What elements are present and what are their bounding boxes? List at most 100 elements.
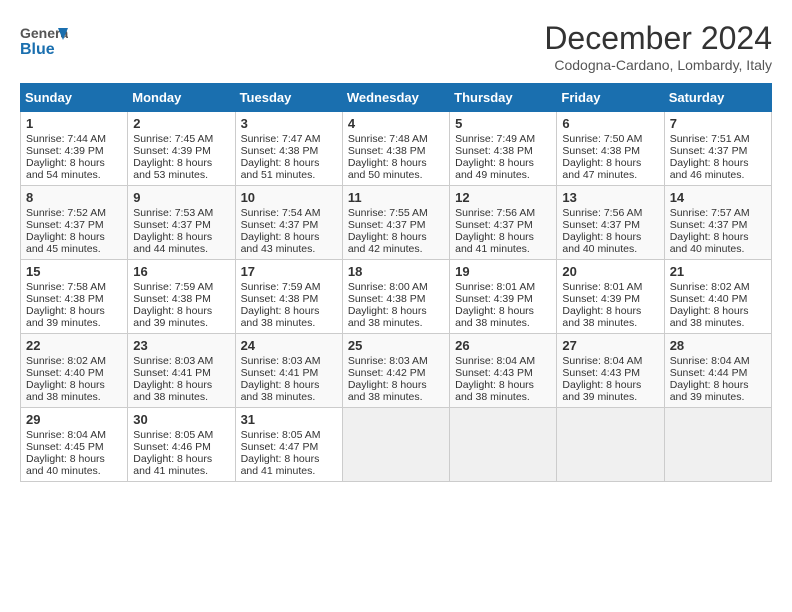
day-info-line: and 39 minutes. [26,317,122,329]
day-number: 13 [562,190,658,205]
day-number: 18 [348,264,444,279]
day-number: 22 [26,338,122,353]
day-info-line: Sunrise: 7:53 AM [133,207,229,219]
calendar-week-1: 1Sunrise: 7:44 AMSunset: 4:39 PMDaylight… [21,112,772,186]
calendar-cell: 18Sunrise: 8:00 AMSunset: 4:38 PMDayligh… [342,260,449,334]
calendar-cell: 31Sunrise: 8:05 AMSunset: 4:47 PMDayligh… [235,408,342,482]
calendar-cell: 15Sunrise: 7:58 AMSunset: 4:38 PMDayligh… [21,260,128,334]
calendar-cell: 10Sunrise: 7:54 AMSunset: 4:37 PMDayligh… [235,186,342,260]
day-info-line: Sunset: 4:44 PM [670,367,766,379]
day-info-line: Daylight: 8 hours [26,231,122,243]
day-number: 7 [670,116,766,131]
logo-icon: General Blue [20,20,68,60]
day-info-line: Sunset: 4:37 PM [348,219,444,231]
day-number: 23 [133,338,229,353]
day-info-line: Sunset: 4:37 PM [133,219,229,231]
day-number: 8 [26,190,122,205]
weekday-header-monday: Monday [128,84,235,112]
day-number: 24 [241,338,337,353]
day-info-line: Sunrise: 7:45 AM [133,133,229,145]
day-info-line: Daylight: 8 hours [241,379,337,391]
day-info-line: and 40 minutes. [562,243,658,255]
day-info-line: Sunrise: 8:04 AM [455,355,551,367]
day-info-line: Daylight: 8 hours [241,453,337,465]
day-info-line: Sunrise: 8:03 AM [241,355,337,367]
calendar-cell: 17Sunrise: 7:59 AMSunset: 4:38 PMDayligh… [235,260,342,334]
calendar-cell [342,408,449,482]
weekday-header-wednesday: Wednesday [342,84,449,112]
day-info-line: Sunset: 4:38 PM [348,293,444,305]
day-info-line: Daylight: 8 hours [562,305,658,317]
day-info-line: Sunrise: 7:47 AM [241,133,337,145]
day-info-line: Sunrise: 8:04 AM [26,429,122,441]
calendar-cell: 28Sunrise: 8:04 AMSunset: 4:44 PMDayligh… [664,334,771,408]
day-info-line: Sunrise: 8:01 AM [562,281,658,293]
day-info-line: and 41 minutes. [241,465,337,477]
calendar-cell: 21Sunrise: 8:02 AMSunset: 4:40 PMDayligh… [664,260,771,334]
day-info-line: Daylight: 8 hours [670,157,766,169]
day-info-line: Sunrise: 8:05 AM [133,429,229,441]
day-number: 6 [562,116,658,131]
day-info-line: Sunrise: 8:04 AM [670,355,766,367]
day-info-line: and 39 minutes. [670,391,766,403]
day-info-line: Sunrise: 7:54 AM [241,207,337,219]
calendar-cell: 1Sunrise: 7:44 AMSunset: 4:39 PMDaylight… [21,112,128,186]
day-info-line: Daylight: 8 hours [241,305,337,317]
calendar-cell: 30 Sunrise: 8:05 AMSunset: 4:46 PMDayligh… [128,408,235,482]
main-title: December 2024 [544,20,772,57]
calendar-cell: 9Sunrise: 7:53 AMSunset: 4:37 PMDaylight… [128,186,235,260]
day-number: 2 [133,116,229,131]
day-info-line: and 41 minutes. [455,243,551,255]
day-number: 16 [133,264,229,279]
day-info-line: Sunset: 4:39 PM [455,293,551,305]
day-info-line: Sunrise: 8:02 AM [26,355,122,367]
calendar-cell: 2Sunrise: 7:45 AMSunset: 4:39 PMDaylight… [128,112,235,186]
calendar-cell: 14Sunrise: 7:57 AMSunset: 4:37 PMDayligh… [664,186,771,260]
day-info-line: Sunset: 4:43 PM [562,367,658,379]
day-info-line: Sunrise: 7:50 AM [562,133,658,145]
day-info-line: and 41 minutes. [133,465,229,477]
calendar-cell [664,408,771,482]
day-info-line: Sunset: 4:46 PM [133,441,229,453]
day-info-line: Sunset: 4:45 PM [26,441,122,453]
day-info-line: and 38 minutes. [241,317,337,329]
day-info-line: Sunset: 4:40 PM [26,367,122,379]
day-number: 31 [241,412,337,427]
day-number: 29 [26,412,122,427]
day-info-line: Sunrise: 7:55 AM [348,207,444,219]
day-number: 30 [133,412,229,427]
calendar-week-4: 22Sunrise: 8:02 AMSunset: 4:40 PMDayligh… [21,334,772,408]
day-info-line: and 51 minutes. [241,169,337,181]
day-info-line: and 38 minutes. [348,391,444,403]
day-info-line: Daylight: 8 hours [133,453,229,465]
day-number: 12 [455,190,551,205]
day-info-line: Sunset: 4:37 PM [670,219,766,231]
day-info-line: and 38 minutes. [562,317,658,329]
calendar-cell: 19Sunrise: 8:01 AMSunset: 4:39 PMDayligh… [450,260,557,334]
day-info-line: Sunrise: 8:03 AM [348,355,444,367]
day-info-line: Sunrise: 7:58 AM [26,281,122,293]
day-info-line: Daylight: 8 hours [455,305,551,317]
subtitle: Codogna-Cardano, Lombardy, Italy [544,57,772,73]
calendar-cell: 27Sunrise: 8:04 AMSunset: 4:43 PMDayligh… [557,334,664,408]
day-info-line: Daylight: 8 hours [670,231,766,243]
day-info-line: Sunset: 4:37 PM [562,219,658,231]
day-info-line: Daylight: 8 hours [670,379,766,391]
day-info-line: Sunrise: 8:01 AM [455,281,551,293]
day-number: 11 [348,190,444,205]
title-block: December 2024 Codogna-Cardano, Lombardy,… [544,20,772,73]
day-info-line: Daylight: 8 hours [26,379,122,391]
day-number: 3 [241,116,337,131]
day-info-line: Sunset: 4:47 PM [241,441,337,453]
day-info-line: Daylight: 8 hours [133,379,229,391]
day-info-line: Daylight: 8 hours [562,157,658,169]
day-number: 15 [26,264,122,279]
day-info-line: Daylight: 8 hours [455,231,551,243]
day-info-line: Sunrise: 7:49 AM [455,133,551,145]
calendar-cell: 7Sunrise: 7:51 AMSunset: 4:37 PMDaylight… [664,112,771,186]
day-number: 14 [670,190,766,205]
day-info-line: and 44 minutes. [133,243,229,255]
day-info-line: Daylight: 8 hours [455,157,551,169]
day-info-line: Sunset: 4:40 PM [670,293,766,305]
calendar-cell: 8Sunrise: 7:52 AMSunset: 4:37 PMDaylight… [21,186,128,260]
